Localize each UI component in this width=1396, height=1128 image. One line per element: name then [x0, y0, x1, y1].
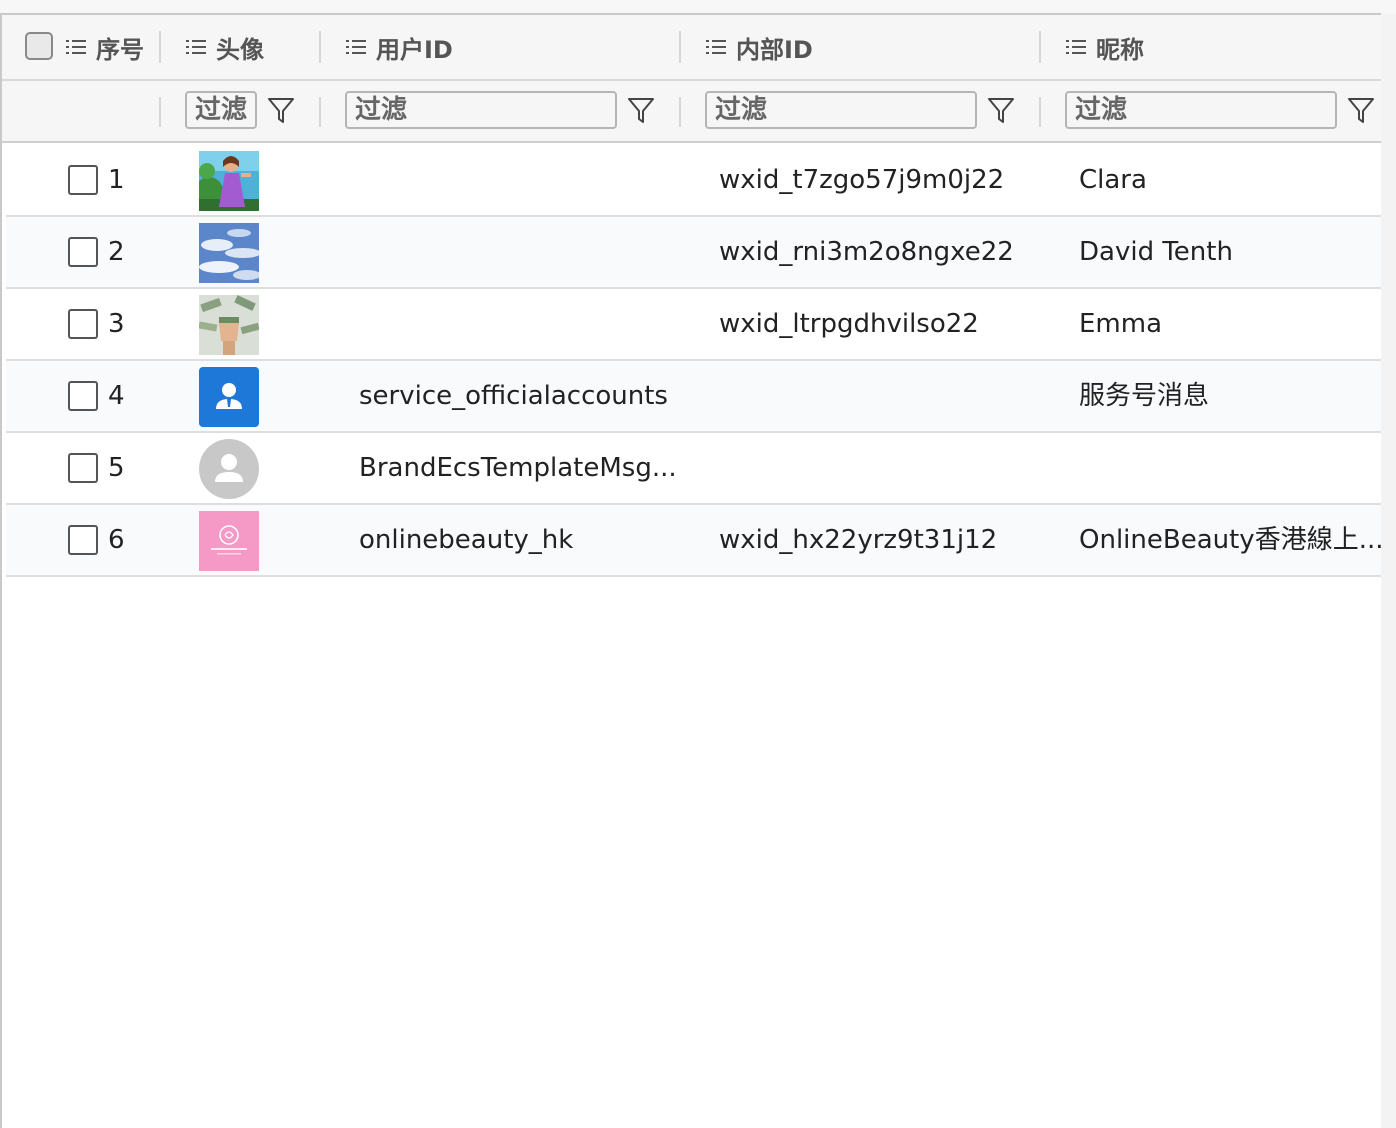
column-menu-icon[interactable] [1066, 38, 1088, 56]
row-index: 5 [108, 453, 125, 483]
column-header-user-id[interactable]: 用户ID [346, 15, 453, 79]
table-row[interactable]: 1 wxid_t7zgo57j9m0j22 Clara [6, 145, 1381, 217]
internal-id-filter-input[interactable]: 过滤 [705, 91, 977, 129]
top-strip [0, 0, 1396, 13]
avatar-hand-money-image [199, 295, 259, 355]
column-header-avatar[interactable]: 头像 [186, 15, 264, 79]
avatar-filter-input[interactable]: 过滤 [185, 91, 257, 129]
column-header-nickname[interactable]: 昵称 [1066, 15, 1144, 79]
data-grid: 序号 头像 用户ID 内部ID 昵称 过滤 过滤 过滤 过滤 1 wxid_t7… [0, 13, 1381, 1128]
user-id-cell: onlinebeauty_hk [359, 525, 574, 555]
nickname-cell: Clara [1079, 165, 1147, 195]
column-divider[interactable] [319, 31, 321, 63]
nickname-cell: 服务号消息 [1079, 381, 1210, 411]
avatar-cartoon-girl-image [199, 151, 259, 211]
row-checkbox[interactable] [68, 381, 98, 411]
nickname-cell: David Tenth [1079, 237, 1233, 267]
nickname-cell: OnlineBeauty香港線上... [1079, 525, 1381, 555]
column-divider [679, 97, 681, 127]
column-header-index[interactable]: 序号 [66, 15, 144, 79]
internal-id-cell: wxid_t7zgo57j9m0j22 [719, 165, 1005, 195]
row-index: 3 [108, 309, 125, 339]
table-row[interactable]: 5 BrandEcsTemplateMsg... [6, 433, 1381, 505]
internal-id-cell [719, 433, 1039, 503]
row-checkbox[interactable] [68, 525, 98, 555]
column-divider [159, 97, 161, 127]
row-index: 4 [108, 381, 125, 411]
table-row[interactable]: 6 onlinebeauty_hk wxid_hx22yrz9t31j12 On… [6, 505, 1381, 577]
scrollbar-track[interactable] [1381, 13, 1396, 1128]
row-index: 6 [108, 525, 125, 555]
table-row[interactable]: 2 wxid_rni3m2o8ngxe22 David Tenth [6, 217, 1381, 289]
row-checkbox[interactable] [68, 453, 98, 483]
column-divider [319, 97, 321, 127]
avatar-sky-clouds-image [199, 223, 259, 283]
row-checkbox[interactable] [68, 165, 98, 195]
row-checkbox[interactable] [68, 309, 98, 339]
table-row[interactable]: 4 service_officialaccounts 服务号消息 [6, 361, 1381, 433]
user-id-cell [359, 289, 679, 359]
column-divider[interactable] [159, 31, 161, 63]
column-divider[interactable] [1039, 31, 1041, 63]
user-id-filter-input[interactable]: 过滤 [345, 91, 617, 129]
column-label: 昵称 [1096, 35, 1144, 64]
user-id-cell: service_officialaccounts [359, 381, 668, 411]
filter-row: 过滤 过滤 过滤 过滤 [2, 81, 1381, 143]
column-menu-icon[interactable] [66, 38, 88, 56]
user-id-cell [359, 145, 679, 215]
column-label: 用户ID [376, 35, 453, 64]
user-id-cell: BrandEcsTemplateMsg... [359, 453, 677, 483]
column-menu-icon[interactable] [186, 38, 208, 56]
filter-icon[interactable] [266, 95, 296, 125]
column-label: 内部ID [736, 35, 813, 64]
avatar-default-gray-image [199, 439, 259, 499]
column-menu-icon[interactable] [346, 38, 368, 56]
column-divider [1039, 97, 1041, 127]
filter-icon[interactable] [626, 95, 656, 125]
nickname-filter-input[interactable]: 过滤 [1065, 91, 1337, 129]
nickname-cell [1079, 433, 1379, 503]
filter-icon[interactable] [1346, 95, 1376, 125]
row-checkbox[interactable] [68, 237, 98, 267]
column-header-internal-id[interactable]: 内部ID [706, 15, 813, 79]
row-index: 2 [108, 237, 125, 267]
select-all-checkbox[interactable] [25, 32, 53, 60]
grid-header: 序号 头像 用户ID 内部ID 昵称 [2, 15, 1381, 81]
avatar-service-blue-image [199, 367, 259, 427]
column-label: 头像 [216, 35, 264, 64]
internal-id-cell: wxid_ltrpgdhvilso22 [719, 309, 979, 339]
internal-id-cell [719, 361, 1039, 431]
internal-id-cell: wxid_rni3m2o8ngxe22 [719, 237, 1014, 267]
avatar-pink-logo-image [199, 511, 259, 571]
table-row[interactable]: 3 wxid_ltrpgdhvilso22 Emma [6, 289, 1381, 361]
filter-icon[interactable] [986, 95, 1016, 125]
column-divider[interactable] [679, 31, 681, 63]
nickname-cell: Emma [1079, 309, 1163, 339]
column-label: 序号 [96, 35, 144, 64]
row-index: 1 [108, 165, 125, 195]
column-menu-icon[interactable] [706, 38, 728, 56]
user-id-cell [359, 217, 679, 287]
internal-id-cell: wxid_hx22yrz9t31j12 [719, 525, 998, 555]
